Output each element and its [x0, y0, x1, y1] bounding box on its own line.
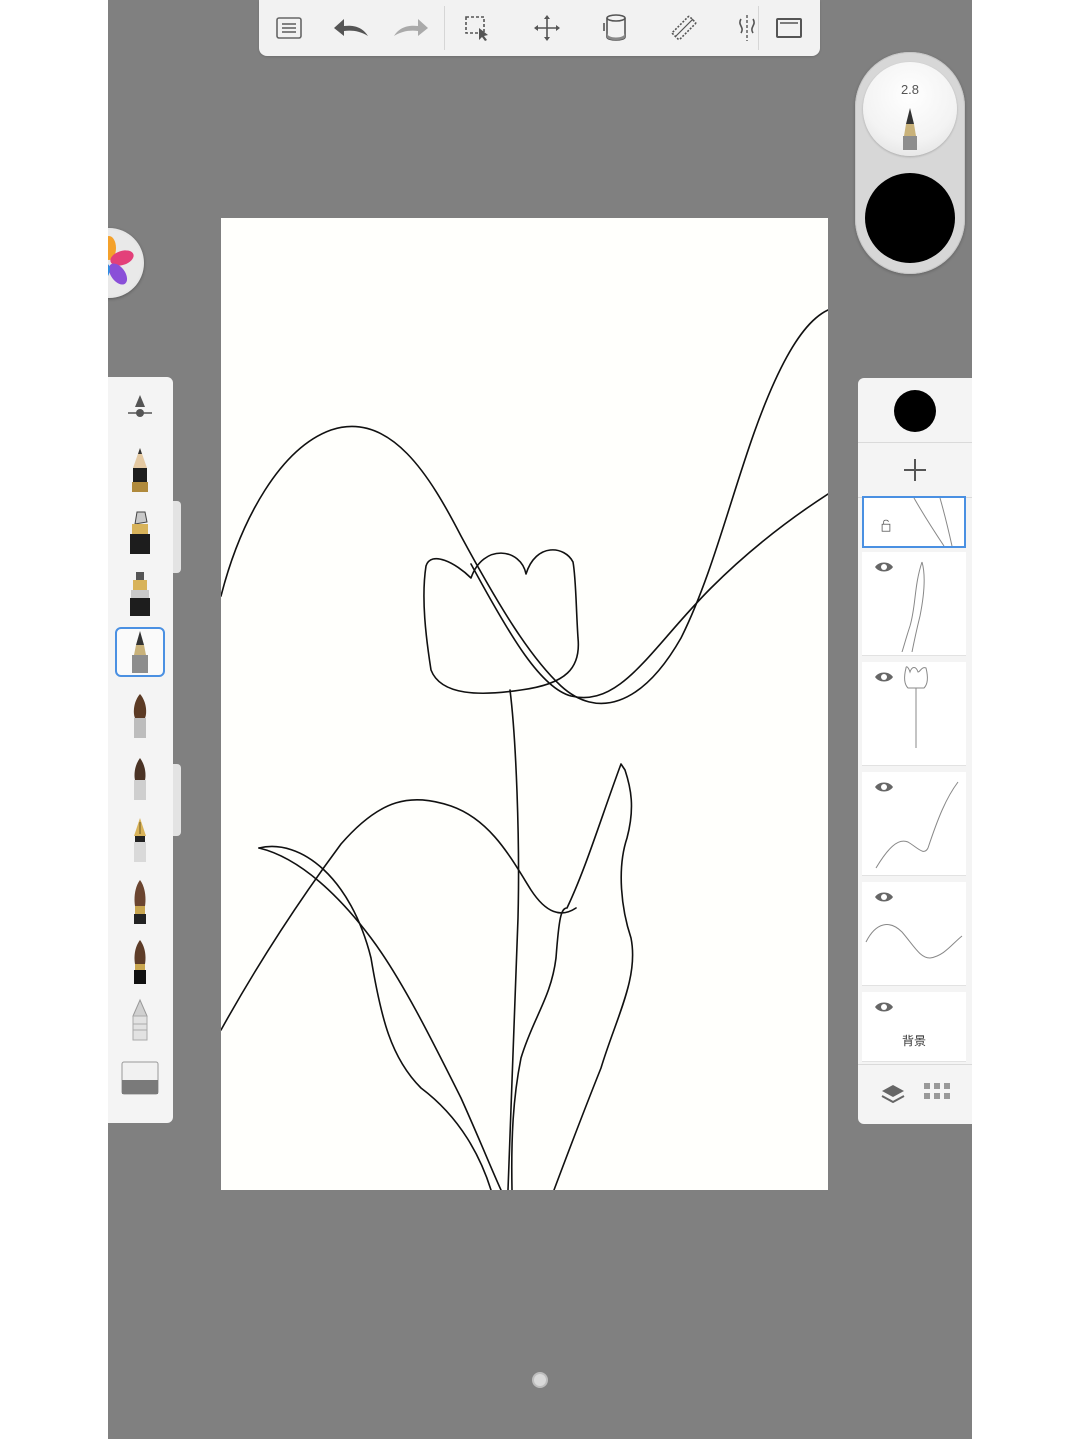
grid-icon[interactable]: [924, 1083, 952, 1105]
list-icon[interactable]: [269, 8, 309, 48]
ruler-icon[interactable]: [664, 8, 704, 48]
layer-thumbnail-active[interactable]: [862, 496, 966, 548]
layer-preview: [901, 561, 925, 652]
brush-puck[interactable]: 2.8: [855, 52, 965, 274]
selection-icon[interactable]: [457, 8, 497, 48]
eye-icon[interactable]: [874, 670, 894, 684]
paintbrush-icon[interactable]: [115, 691, 165, 741]
layer-thumbnail[interactable]: [862, 552, 966, 656]
layer-preview: [913, 498, 953, 546]
move-icon[interactable]: [527, 8, 567, 48]
toolbar-divider: [758, 6, 759, 50]
layer-background[interactable]: 背景: [862, 992, 966, 1062]
brush-settings-icon[interactable]: [115, 383, 165, 433]
panel-resize-handle[interactable]: [173, 764, 181, 836]
panel-resize-handle[interactable]: [173, 501, 181, 573]
top-toolbar: [259, 0, 820, 56]
lock-icon: [881, 519, 891, 532]
fullscreen-icon[interactable]: [769, 8, 809, 48]
active-color-swatch[interactable]: [894, 390, 936, 432]
tulip-line-drawing: [221, 309, 828, 1190]
layer-name: 背景: [901, 1034, 926, 1048]
eye-icon[interactable]: [874, 560, 894, 574]
ballpoint-pen-icon[interactable]: [115, 627, 165, 677]
layer-thumbnail[interactable]: [862, 882, 966, 986]
layer-panel-footer: [858, 1064, 972, 1124]
airbrush-icon[interactable]: [115, 753, 165, 803]
layer-preview: [865, 924, 963, 959]
flat-brush-icon[interactable]: [115, 877, 165, 927]
sketch-app-window: 2.8 背景: [108, 0, 972, 1439]
eye-icon[interactable]: [874, 1000, 894, 1014]
undo-icon[interactable]: [331, 8, 371, 48]
brush-size-knob[interactable]: 2.8: [863, 62, 957, 156]
color-wheel-icon[interactable]: [108, 228, 144, 298]
layers-panel: 背景: [858, 378, 972, 1124]
ink-brush-icon[interactable]: [115, 937, 165, 987]
redo-icon[interactable]: [391, 8, 431, 48]
layers-icon[interactable]: [880, 1083, 906, 1107]
pencil-icon[interactable]: [115, 445, 165, 495]
fountain-pen-icon[interactable]: [115, 815, 165, 865]
toolbar-divider: [444, 6, 445, 50]
pen-icon[interactable]: [115, 569, 165, 619]
plus-icon: [904, 459, 926, 481]
brush-library-panel: [108, 377, 173, 1123]
smudge-icon[interactable]: [115, 995, 165, 1045]
toolbar-toggle-handle[interactable]: [532, 1372, 548, 1388]
fill-bucket-icon[interactable]: [595, 8, 635, 48]
layer-thumbnail[interactable]: [862, 772, 966, 876]
marker-icon[interactable]: [115, 507, 165, 557]
pen-icon: [903, 108, 917, 150]
brush-color-knob[interactable]: [865, 173, 955, 263]
eraser-icon[interactable]: [115, 1053, 165, 1103]
symmetry-icon[interactable]: [727, 8, 767, 48]
add-layer-button[interactable]: [858, 442, 972, 498]
layer-preview: [875, 781, 959, 869]
layer-thumbnail[interactable]: [862, 662, 966, 766]
layer-preview: [904, 666, 928, 748]
brush-size-value: 2.8: [900, 82, 920, 97]
drawing-canvas[interactable]: [221, 218, 828, 1190]
